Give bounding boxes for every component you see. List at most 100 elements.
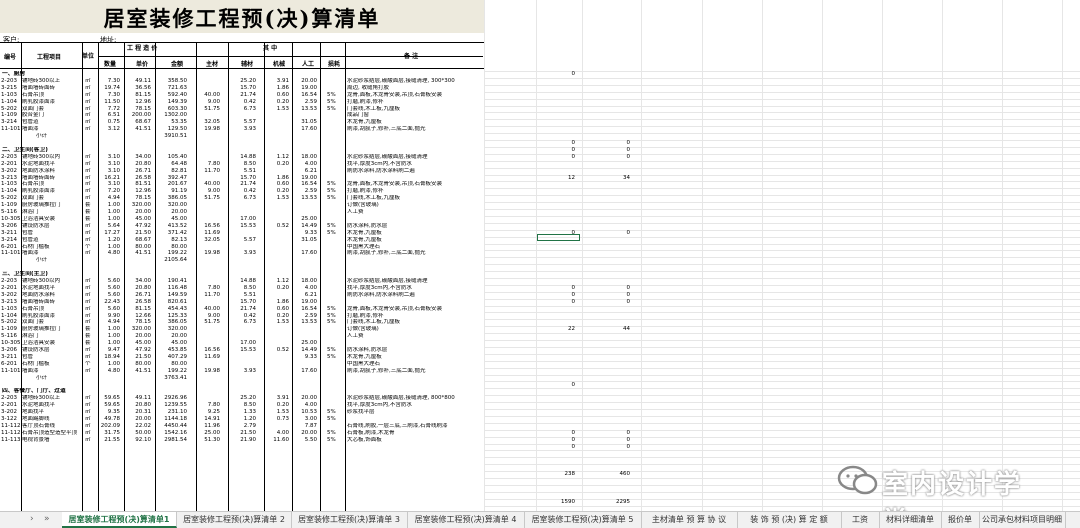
cell-main[interactable]: 19.98: [196, 250, 220, 257]
cell-machine[interactable]: 0.73: [264, 416, 289, 423]
cell-price[interactable]: 41.51: [124, 368, 151, 375]
cell-machine[interactable]: 0.20: [264, 161, 289, 168]
sheet-tab[interactable]: 公司承包材料项目明细: [979, 512, 1066, 528]
cell-qty[interactable]: 3.12: [98, 126, 120, 133]
cell-qty[interactable]: 4.80: [98, 368, 120, 375]
cell-aux[interactable]: 6.73: [228, 106, 256, 113]
cell-machine[interactable]: 1.53: [264, 319, 289, 326]
cell-loss[interactable]: 5%: [327, 319, 343, 326]
cell-loss[interactable]: 5%: [327, 437, 343, 444]
cell-labor[interactable]: 31.05: [292, 237, 317, 244]
last-sheet-button[interactable]: »: [44, 514, 50, 524]
cell-labor[interactable]: 17.60: [292, 126, 317, 133]
cell-aux[interactable]: 3.93: [228, 126, 256, 133]
cell-labor[interactable]: 13.53: [292, 195, 317, 202]
sheet-tab[interactable]: 居室装修工程预(决)算清单 2: [177, 512, 292, 528]
cell-aux[interactable]: 3.93: [228, 250, 256, 257]
cell-price[interactable]: 92.10: [124, 437, 151, 444]
cell-unit[interactable]: ㎡: [85, 250, 95, 257]
cell-loss[interactable]: 5%: [327, 354, 343, 361]
cell-labor[interactable]: 5.50: [292, 437, 317, 444]
cell-aux[interactable]: 6.73: [228, 195, 256, 202]
cell-amount[interactable]: 2981.54: [155, 437, 187, 444]
extra-cell-j[interactable]: 0: [545, 382, 576, 389]
cell-main[interactable]: 19.98: [196, 368, 220, 375]
cell-main[interactable]: 11.70: [196, 292, 220, 299]
extra-cell-j[interactable]: 22: [545, 326, 575, 333]
extra-cell-j[interactable]: 12: [545, 175, 575, 182]
cell-qty[interactable]: 4.80: [98, 250, 120, 257]
next-sheet-button[interactable]: ›: [30, 514, 34, 524]
extra-cell-j[interactable]: 0: [545, 299, 576, 306]
cell-main[interactable]: 11.69: [196, 354, 220, 361]
subtotal-label[interactable]: 小计: [36, 257, 66, 264]
extra-cell-j[interactable]: 0: [545, 154, 576, 161]
cell-unit[interactable]: ㎡: [85, 126, 95, 133]
cell-remarks[interactable]: 大芯板,饰面板: [347, 437, 484, 444]
subtotal-amount[interactable]: 2105.64: [155, 257, 187, 264]
cell-unit[interactable]: ㎡: [85, 368, 95, 375]
sheet-tab[interactable]: 主材清单 预 算 协 议: [641, 512, 738, 528]
cell-qty[interactable]: 21.55: [98, 437, 120, 444]
extra-cell-k[interactable]: 44: [600, 326, 630, 333]
extra-cell-k[interactable]: 0: [600, 154, 631, 161]
extra-cell-j[interactable]: 1590: [545, 499, 575, 506]
cell-main[interactable]: 32.05: [196, 237, 220, 244]
subtotal-amount[interactable]: 3910.51: [155, 133, 187, 140]
cell-loss[interactable]: 5%: [327, 230, 343, 237]
extra-cell-k[interactable]: 460: [600, 471, 631, 478]
cell-remarks[interactable]: 刷防水涂料,防水涂料刷二遍: [347, 292, 484, 299]
sheet-tab[interactable]: 居室装修工程预(决)算清单 4: [407, 512, 525, 528]
subtotal-label[interactable]: 小计: [36, 133, 66, 140]
cell-machine[interactable]: 11.60: [264, 437, 289, 444]
cell-main[interactable]: 11.70: [196, 168, 220, 175]
cell-remarks[interactable]: 刷防水涂料,防水涂料刷二遍: [347, 168, 484, 175]
cell-main[interactable]: 51.30: [196, 437, 220, 444]
cell-aux[interactable]: 3.93: [228, 368, 256, 375]
cell-labor[interactable]: 17.60: [292, 368, 317, 375]
extra-cell-j[interactable]: 0: [545, 71, 576, 78]
cell-labor[interactable]: 13.53: [292, 106, 317, 113]
cell-main[interactable]: 51.75: [196, 195, 220, 202]
cell-remarks[interactable]: 刷漆,刮腻子,修补,三底二面,抛光: [347, 368, 484, 375]
cell-remarks[interactable]: 刷漆,刮腻子,修补,三底二面,抛光: [347, 250, 484, 257]
sheet-tab[interactable]: 居室装修工程预(决)算清单 3: [291, 512, 408, 528]
extra-cell-k[interactable]: 34: [600, 175, 630, 182]
cell-unit[interactable]: ㎡: [85, 437, 95, 444]
sheet-tab[interactable]: 材料详细清单: [879, 512, 942, 528]
extra-cell-k[interactable]: 0: [600, 444, 631, 451]
cell-labor[interactable]: 17.60: [292, 250, 317, 257]
cell-labor[interactable]: 13.53: [292, 319, 317, 326]
cell-machine[interactable]: 1.53: [264, 106, 289, 113]
extra-cell-j[interactable]: 0: [545, 444, 576, 451]
cell-aux[interactable]: 15.53: [228, 223, 256, 230]
cell-price[interactable]: 41.51: [124, 250, 151, 257]
sheet-tab[interactable]: 装 饰 预 (决) 算 定 额: [737, 512, 842, 528]
cell-code[interactable]: 11-101: [1, 250, 23, 257]
cell-loss[interactable]: 5%: [327, 416, 343, 423]
cell-remarks[interactable]: 刷漆,刮腻子,修补,三底二面,抛光: [347, 126, 484, 133]
cell-machine[interactable]: 0.52: [264, 347, 289, 354]
cell-labor[interactable]: 9.33: [292, 354, 317, 361]
sheet-tab[interactable]: 报价单: [941, 512, 980, 528]
cell-loss[interactable]: 5%: [327, 106, 343, 113]
sheet-tab[interactable]: 居室装修工程预(决)算清单1: [62, 512, 177, 528]
sheet-tab[interactable]: 工资: [841, 512, 880, 528]
cell-remarks[interactable]: 人工费: [347, 333, 484, 340]
cell-remarks[interactable]: 砂浆找平层: [347, 409, 484, 416]
cell-code[interactable]: 11-113: [1, 437, 23, 444]
cell-aux[interactable]: 6.73: [228, 319, 256, 326]
cell-price[interactable]: 41.51: [124, 126, 151, 133]
cell-code[interactable]: 11-101: [1, 126, 23, 133]
extra-cell-k[interactable]: 2295: [600, 499, 630, 506]
cell-main[interactable]: 51.75: [196, 106, 220, 113]
cell-aux[interactable]: 5.57: [228, 237, 256, 244]
cell-aux[interactable]: 21.90: [228, 437, 256, 444]
extra-cell-k[interactable]: 0: [600, 299, 631, 306]
extra-cell-j[interactable]: 238: [545, 471, 576, 478]
extra-cell-k[interactable]: 0: [600, 230, 631, 237]
cell-machine[interactable]: 0.52: [264, 223, 289, 230]
cell-loss[interactable]: 5%: [327, 195, 343, 202]
cell-remarks[interactable]: 人工费: [347, 209, 484, 216]
cell-main[interactable]: 51.75: [196, 319, 220, 326]
